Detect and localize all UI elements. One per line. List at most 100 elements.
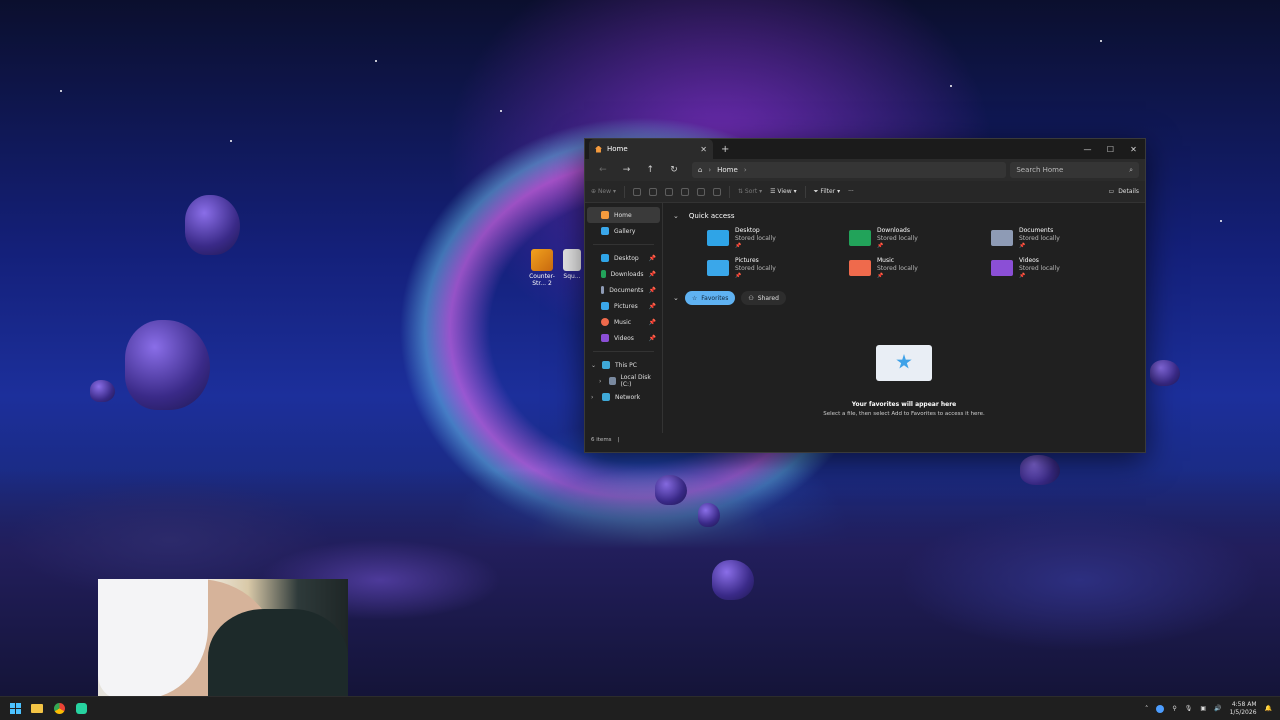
desktop-icon-counter-strike[interactable]: Counter-Str... 2 [524,249,560,287]
sidebar-item-desktop[interactable]: Desktop 📌 [585,250,662,266]
sidebar-item-music[interactable]: Music 📌 [585,314,662,330]
favorites-label: Favorites [701,294,729,302]
network-icon[interactable]: ▣ [1200,705,1206,712]
sidebar-item-network[interactable]: › Network [585,389,662,405]
refresh-button[interactable]: ↻ [662,165,686,175]
taskbar-chrome[interactable] [48,698,70,720]
sidebar-item-downloads[interactable]: Downloads 📌 [585,266,662,282]
sidebar-item-home[interactable]: Home [587,207,660,223]
clock[interactable]: 4:58 AM 1/5/2026 [1230,701,1257,717]
search-input[interactable]: Search Home ⌕ [1010,162,1139,178]
wallpaper-star [950,85,952,87]
quick-access-music[interactable]: Music Stored locally 📌 [849,257,991,283]
music-folder-icon [849,260,871,276]
more-options-button[interactable]: ··· [848,188,854,195]
navigation-pane: Home Gallery Desktop 📌 Downloads 📌 Docum… [585,203,663,433]
toolbar-divider [623,185,625,198]
new-tab-button[interactable]: + [721,144,729,155]
cut-icon[interactable] [632,187,641,196]
chevron-right-icon: › [708,166,712,174]
tab-home[interactable]: Home ✕ [589,139,713,159]
empty-state-title: Your favorites will appear here [851,401,957,408]
sidebar-item-local-disk[interactable]: › Local Disk (C:) [585,373,662,389]
wallpaper-asteroid [1020,455,1060,485]
people-icon: ⚇ [748,294,754,302]
taskbar-app[interactable] [70,698,92,720]
sort-button[interactable]: ⇅ Sort ▾ [738,188,762,195]
filter-button[interactable]: ⏷ Filter ▾ [814,188,841,196]
start-button[interactable] [4,698,26,720]
sidebar-item-documents[interactable]: Documents 📌 [585,282,662,298]
back-button[interactable]: ← [591,165,615,175]
details-button[interactable]: ▭ Details [1109,188,1139,195]
notifications-icon[interactable]: 🔔 [1265,705,1272,712]
empty-state-subtitle: Select a file, then select Add to Favori… [823,411,985,417]
folder-status: Stored locally [735,235,776,242]
address-bar[interactable]: ⌂ › Home › [691,162,1007,178]
pin-icon: 📌 [735,243,742,249]
view-button[interactable]: ☰ View ▾ [770,188,796,195]
quick-access-grid: Desktop Stored locally 📌 Downloads Stored l… [707,227,1135,283]
usb-icon[interactable]: ⚲ [1172,705,1176,712]
quick-access-videos[interactable]: Videos Stored locally 📌 [991,257,1133,283]
wallpaper-star [1220,220,1222,222]
share-icon[interactable] [696,187,705,196]
chevron-right-icon[interactable]: › [599,378,604,385]
forward-button[interactable]: → [615,165,639,175]
quick-access-header[interactable]: ⌄ Quick access [673,209,1135,223]
pin-icon: 📌 [648,302,656,310]
favorites-shared-switcher: ⌄ ☆ Favorites ⚇ Shared [673,291,1135,305]
home-icon [601,211,609,219]
favorites-pill[interactable]: ☆ Favorites [684,291,736,305]
favorites-illustration-icon [876,345,932,381]
chevron-down-icon[interactable]: ⌄ [673,212,679,220]
new-label: New [597,188,612,195]
up-button[interactable]: ↑ [638,165,662,175]
chevron-down-icon[interactable]: ⌄ [673,294,679,302]
folder-name: Downloads [877,227,910,234]
chevron-up-icon[interactable]: ˄ [1145,705,1149,713]
minimize-button[interactable]: — [1076,145,1099,154]
chevron-down-icon[interactable]: ⌄ [591,362,597,369]
quick-access-desktop[interactable]: Desktop Stored locally 📌 [707,227,849,253]
desktop-folder-icon [601,254,609,262]
wallpaper-star [500,110,502,112]
shared-pill[interactable]: ⚇ Shared [741,291,786,305]
desktop-icon-squad[interactable]: Squ... [560,249,584,280]
chevron-right-icon[interactable]: › [591,394,597,401]
close-window-button[interactable]: ✕ [1122,145,1145,154]
breadcrumb-home[interactable]: Home [717,166,738,174]
sidebar-item-label: Music [614,318,632,326]
maximize-button[interactable]: ☐ [1099,145,1122,154]
gallery-icon [601,227,609,235]
quick-access-pictures[interactable]: Pictures Stored locally 📌 [707,257,849,283]
copy-icon[interactable] [648,187,657,196]
quick-access-documents[interactable]: Documents Stored locally 📌 [991,227,1133,253]
quick-access-title: Quick access [688,212,735,220]
close-tab-icon[interactable]: ✕ [700,145,707,154]
window-controls: — ☐ ✕ [1076,145,1145,154]
view-label: View [777,188,792,195]
desktop-icon-label: Counter-Str... 2 [529,273,555,287]
rename-icon[interactable] [680,187,689,196]
microphone-icon[interactable]: 🎙 [1185,705,1193,712]
wallpaper-asteroid [185,195,240,255]
pin-icon: 📌 [735,273,742,279]
wallpaper-star [375,60,377,62]
bluetooth-icon[interactable] [1156,704,1165,713]
details-pane-icon: ▭ [1108,188,1115,195]
quick-access-downloads[interactable]: Downloads Stored locally 📌 [849,227,991,253]
paste-icon[interactable] [664,187,673,196]
squad-icon [563,249,581,271]
delete-icon[interactable] [712,187,721,196]
volume-icon[interactable]: 🔊 [1214,705,1221,712]
sidebar-item-gallery[interactable]: Gallery [585,223,662,239]
taskbar-file-explorer[interactable] [26,698,48,720]
sidebar-item-label: Gallery [614,227,636,235]
sidebar-item-videos[interactable]: Videos 📌 [585,330,662,346]
sidebar-item-pictures[interactable]: Pictures 📌 [585,298,662,314]
sidebar-item-this-pc[interactable]: ⌄ This PC [585,357,662,373]
new-button[interactable]: ⊕ New ▾ [591,188,616,195]
status-bar: 6 items | [585,433,1145,447]
chevron-right-icon[interactable]: › [744,166,747,174]
